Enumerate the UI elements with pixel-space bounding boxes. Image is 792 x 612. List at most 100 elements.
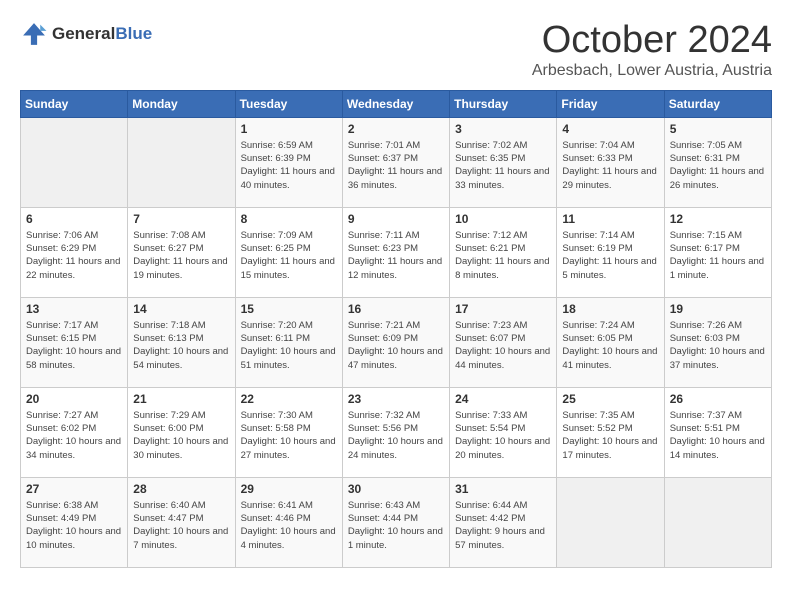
calendar-day-cell: 31 Sunrise: 6:44 AM Sunset: 4:42 PM Dayli… <box>450 477 557 567</box>
day-info: Sunrise: 7:11 AM Sunset: 6:23 PM Dayligh… <box>348 229 444 282</box>
calendar-day-cell: 23Sunrise: 7:32 AM Sunset: 5:56 PM Dayli… <box>342 387 449 477</box>
day-number: 11 <box>562 212 658 226</box>
day-number: 17 <box>455 302 551 316</box>
day-info: Sunrise: 7:18 AM Sunset: 6:13 PM Dayligh… <box>133 319 229 372</box>
day-number: 1 <box>241 122 337 136</box>
day-number: 29 <box>241 482 337 496</box>
day-info: Sunrise: 7:09 AM Sunset: 6:25 PM Dayligh… <box>241 229 337 282</box>
day-number: 14 <box>133 302 229 316</box>
day-number: 18 <box>562 302 658 316</box>
calendar-table: SundayMondayTuesdayWednesdayThursdayFrid… <box>20 90 772 568</box>
day-info: Sunrise: 7:23 AM Sunset: 6:07 PM Dayligh… <box>455 319 551 372</box>
calendar-day-cell: 19 Sunrise: 7:26 AM Sunset: 6:03 PM Dayli… <box>664 297 771 387</box>
calendar-day-cell: 30 Sunrise: 6:43 AM Sunset: 4:44 PM Dayli… <box>342 477 449 567</box>
day-number: 27 <box>26 482 122 496</box>
day-number: 19 <box>670 302 766 316</box>
calendar-day-cell: 7 Sunrise: 7:08 AM Sunset: 6:27 PM Daylig… <box>128 207 235 297</box>
page-header: GeneralBlue October 2024 Arbesbach, Lowe… <box>20 20 772 80</box>
day-of-week-header: Saturday <box>664 90 771 117</box>
day-number: 24 <box>455 392 551 406</box>
day-number: 22 <box>241 392 337 406</box>
day-number: 9 <box>348 212 444 226</box>
calendar-day-cell: 26Sunrise: 7:37 AM Sunset: 5:51 PM Dayli… <box>664 387 771 477</box>
day-info: Sunrise: 6:59 AM Sunset: 6:39 PM Dayligh… <box>241 139 337 192</box>
day-info: Sunrise: 7:06 AM Sunset: 6:29 PM Dayligh… <box>26 229 122 282</box>
day-of-week-header: Wednesday <box>342 90 449 117</box>
calendar-day-cell <box>21 117 128 207</box>
day-number: 25 <box>562 392 658 406</box>
day-info: Sunrise: 6:43 AM Sunset: 4:44 PM Dayligh… <box>348 499 444 552</box>
day-number: 26 <box>670 392 766 406</box>
calendar-day-cell: 18 Sunrise: 7:24 AM Sunset: 6:05 PM Dayli… <box>557 297 664 387</box>
calendar-day-cell: 16Sunrise: 7:21 AM Sunset: 6:09 PM Dayli… <box>342 297 449 387</box>
day-info: Sunrise: 7:27 AM Sunset: 6:02 PM Dayligh… <box>26 409 122 462</box>
day-number: 20 <box>26 392 122 406</box>
calendar-day-cell: 1 Sunrise: 6:59 AM Sunset: 6:39 PM Daylig… <box>235 117 342 207</box>
calendar-day-cell: 28Sunrise: 6:40 AM Sunset: 4:47 PM Dayli… <box>128 477 235 567</box>
day-info: Sunrise: 7:01 AM Sunset: 6:37 PM Dayligh… <box>348 139 444 192</box>
day-number: 10 <box>455 212 551 226</box>
calendar-day-cell: 29Sunrise: 6:41 AM Sunset: 4:46 PM Dayli… <box>235 477 342 567</box>
calendar-week-row: 13 Sunrise: 7:17 AM Sunset: 6:15 PM Dayli… <box>21 297 772 387</box>
day-info: Sunrise: 7:35 AM Sunset: 5:52 PM Dayligh… <box>562 409 658 462</box>
day-number: 28 <box>133 482 229 496</box>
day-info: Sunrise: 6:38 AM Sunset: 4:49 PM Dayligh… <box>26 499 122 552</box>
calendar-day-cell: 13 Sunrise: 7:17 AM Sunset: 6:15 PM Dayli… <box>21 297 128 387</box>
day-info: Sunrise: 6:44 AM Sunset: 4:42 PM Dayligh… <box>455 499 551 552</box>
day-number: 8 <box>241 212 337 226</box>
logo: GeneralBlue <box>20 20 152 48</box>
day-info: Sunrise: 7:30 AM Sunset: 5:58 PM Dayligh… <box>241 409 337 462</box>
day-number: 13 <box>26 302 122 316</box>
calendar-day-cell: 3 Sunrise: 7:02 AM Sunset: 6:35 PM Daylig… <box>450 117 557 207</box>
calendar-day-cell: 5 Sunrise: 7:05 AM Sunset: 6:31 PM Daylig… <box>664 117 771 207</box>
day-of-week-header: Tuesday <box>235 90 342 117</box>
day-info: Sunrise: 7:12 AM Sunset: 6:21 PM Dayligh… <box>455 229 551 282</box>
logo-text: GeneralBlue <box>52 24 152 44</box>
day-info: Sunrise: 7:04 AM Sunset: 6:33 PM Dayligh… <box>562 139 658 192</box>
day-info: Sunrise: 7:08 AM Sunset: 6:27 PM Dayligh… <box>133 229 229 282</box>
calendar-day-cell: 27 Sunrise: 6:38 AM Sunset: 4:49 PM Dayli… <box>21 477 128 567</box>
calendar-day-cell <box>128 117 235 207</box>
day-number: 31 <box>455 482 551 496</box>
calendar-day-cell: 21Sunrise: 7:29 AM Sunset: 6:00 PM Dayli… <box>128 387 235 477</box>
calendar-day-cell: 24 Sunrise: 7:33 AM Sunset: 5:54 PM Dayli… <box>450 387 557 477</box>
calendar-day-cell: 15Sunrise: 7:20 AM Sunset: 6:11 PM Dayli… <box>235 297 342 387</box>
calendar-day-cell: 6 Sunrise: 7:06 AM Sunset: 6:29 PM Daylig… <box>21 207 128 297</box>
calendar-week-row: 1 Sunrise: 6:59 AM Sunset: 6:39 PM Daylig… <box>21 117 772 207</box>
day-number: 2 <box>348 122 444 136</box>
day-info: Sunrise: 7:33 AM Sunset: 5:54 PM Dayligh… <box>455 409 551 462</box>
calendar-day-cell: 11 Sunrise: 7:14 AM Sunset: 6:19 PM Dayli… <box>557 207 664 297</box>
day-info: Sunrise: 7:20 AM Sunset: 6:11 PM Dayligh… <box>241 319 337 372</box>
calendar-day-cell: 2 Sunrise: 7:01 AM Sunset: 6:37 PM Daylig… <box>342 117 449 207</box>
day-info: Sunrise: 7:21 AM Sunset: 6:09 PM Dayligh… <box>348 319 444 372</box>
day-of-week-header: Monday <box>128 90 235 117</box>
day-info: Sunrise: 7:32 AM Sunset: 5:56 PM Dayligh… <box>348 409 444 462</box>
calendar-day-cell: 9 Sunrise: 7:11 AM Sunset: 6:23 PM Daylig… <box>342 207 449 297</box>
day-info: Sunrise: 7:17 AM Sunset: 6:15 PM Dayligh… <box>26 319 122 372</box>
title-section: October 2024 Arbesbach, Lower Austria, A… <box>532 20 772 80</box>
calendar-day-cell: 12Sunrise: 7:15 AM Sunset: 6:17 PM Dayli… <box>664 207 771 297</box>
calendar-day-cell: 8 Sunrise: 7:09 AM Sunset: 6:25 PM Daylig… <box>235 207 342 297</box>
day-info: Sunrise: 7:24 AM Sunset: 6:05 PM Dayligh… <box>562 319 658 372</box>
day-info: Sunrise: 7:02 AM Sunset: 6:35 PM Dayligh… <box>455 139 551 192</box>
calendar-day-cell: 10 Sunrise: 7:12 AM Sunset: 6:21 PM Dayli… <box>450 207 557 297</box>
calendar-day-cell: 22 Sunrise: 7:30 AM Sunset: 5:58 PM Dayli… <box>235 387 342 477</box>
calendar-day-cell: 14 Sunrise: 7:18 AM Sunset: 6:13 PM Dayli… <box>128 297 235 387</box>
day-info: Sunrise: 7:05 AM Sunset: 6:31 PM Dayligh… <box>670 139 766 192</box>
day-info: Sunrise: 7:26 AM Sunset: 6:03 PM Dayligh… <box>670 319 766 372</box>
day-of-week-header: Thursday <box>450 90 557 117</box>
day-number: 30 <box>348 482 444 496</box>
calendar-day-cell <box>664 477 771 567</box>
day-number: 7 <box>133 212 229 226</box>
day-info: Sunrise: 7:14 AM Sunset: 6:19 PM Dayligh… <box>562 229 658 282</box>
day-info: Sunrise: 7:29 AM Sunset: 6:00 PM Dayligh… <box>133 409 229 462</box>
day-number: 5 <box>670 122 766 136</box>
calendar-week-row: 6 Sunrise: 7:06 AM Sunset: 6:29 PM Daylig… <box>21 207 772 297</box>
day-info: Sunrise: 7:15 AM Sunset: 6:17 PM Dayligh… <box>670 229 766 282</box>
day-number: 6 <box>26 212 122 226</box>
calendar-day-cell: 4Sunrise: 7:04 AM Sunset: 6:33 PM Daylig… <box>557 117 664 207</box>
calendar-day-cell <box>557 477 664 567</box>
calendar-day-cell: 20 Sunrise: 7:27 AM Sunset: 6:02 PM Dayli… <box>21 387 128 477</box>
calendar-header-row: SundayMondayTuesdayWednesdayThursdayFrid… <box>21 90 772 117</box>
day-number: 3 <box>455 122 551 136</box>
